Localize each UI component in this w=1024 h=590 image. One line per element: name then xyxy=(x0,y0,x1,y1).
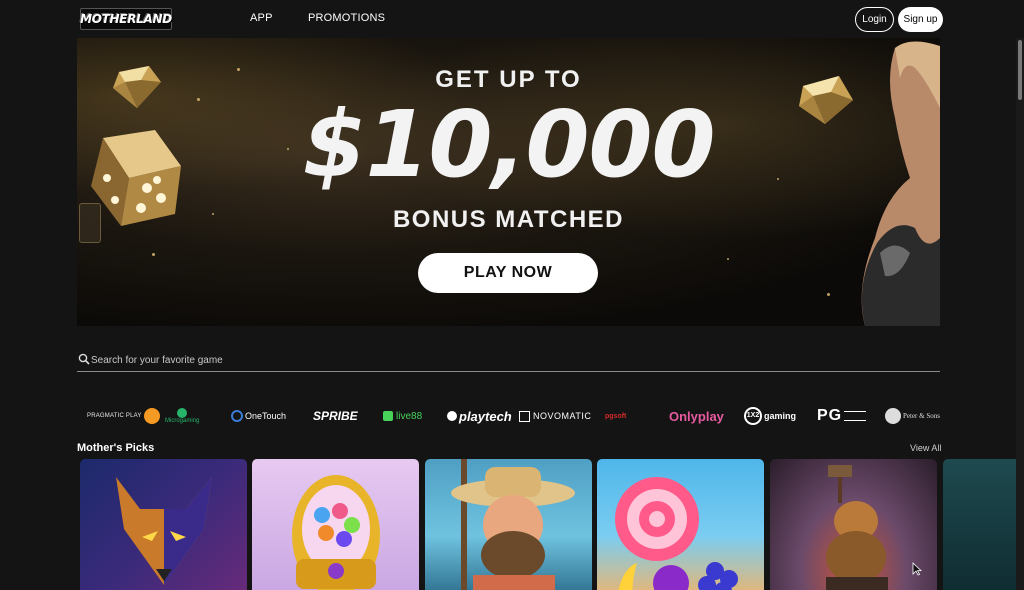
game-card-partial[interactable] xyxy=(943,459,1016,590)
provider-microgaming[interactable]: Microgaming xyxy=(165,400,199,432)
provider-pgsoft[interactable]: pgsoft xyxy=(605,400,626,432)
view-all-link[interactable]: View All xyxy=(910,443,941,453)
sparkle xyxy=(152,253,155,256)
provider-playtech[interactable]: playtech xyxy=(447,400,512,432)
game-card-gumball[interactable] xyxy=(252,459,419,590)
1x2-gaming-logo-icon: 1X2 xyxy=(744,407,762,425)
sparkle xyxy=(727,258,729,260)
section-title: Mother's Picks xyxy=(77,442,155,454)
provider-pg-soft[interactable]: PG xyxy=(817,400,867,432)
live88-logo-icon xyxy=(383,411,393,421)
provider-name: Onlyplay xyxy=(669,408,724,424)
signup-button[interactable]: Sign up xyxy=(898,7,943,32)
motherland-logo[interactable]: MOTHERLAND xyxy=(80,8,172,30)
novomatic-logo-icon xyxy=(519,410,530,422)
scrollbar-thumb[interactable] xyxy=(1018,40,1022,100)
candy-fruit-game-thumbnail xyxy=(615,477,738,590)
logo-text: MOTHERLAND xyxy=(80,12,172,26)
provider-carousel: PRAGMATIC PLAY Microgaming OneTouch SPRI… xyxy=(77,400,940,432)
nav-promotions[interactable]: PROMOTIONS xyxy=(308,12,385,24)
microgaming-logo-icon xyxy=(177,408,188,418)
provider-peter-and-sons[interactable]: Peter & Sons xyxy=(885,400,940,432)
page-scrollbar[interactable] xyxy=(1016,38,1024,590)
wolf-game-thumbnail xyxy=(116,477,212,585)
provider-pragmatic-play[interactable]: PRAGMATIC PLAY xyxy=(87,400,160,432)
nav-app[interactable]: APP xyxy=(250,12,273,24)
provider-name: pgsoft xyxy=(605,412,627,420)
provider-novomatic[interactable]: NOVOMATIC xyxy=(519,400,591,432)
game-card-wolf[interactable] xyxy=(80,459,247,590)
game-card-candy[interactable] xyxy=(597,459,764,590)
provider-name: playtech xyxy=(459,408,512,424)
gumball-egg-game-thumbnail xyxy=(292,475,380,590)
hero-tagline: BONUS MATCHED xyxy=(392,206,625,233)
fisherman-game-thumbnail xyxy=(451,459,575,590)
search-icon xyxy=(78,353,90,365)
onetouch-logo-icon xyxy=(231,410,243,422)
site-header: MOTHERLAND APP PROMOTIONS Login Sign up xyxy=(0,0,1024,38)
mouse-cursor-icon xyxy=(912,562,922,576)
provider-name: SPRIBE xyxy=(313,409,358,423)
search-input[interactable] xyxy=(91,352,931,368)
pocket-games-soft-logo-icon xyxy=(844,411,867,421)
pragmatic-play-logo-icon xyxy=(143,408,160,424)
game-card-fisherman[interactable] xyxy=(425,459,592,590)
sparkle xyxy=(827,293,830,296)
provider-name: gaming xyxy=(764,411,797,421)
provider-live88[interactable]: live88 xyxy=(383,400,422,432)
provider-name: PRAGMATIC PLAY xyxy=(87,413,142,419)
login-button[interactable]: Login xyxy=(855,7,894,32)
provider-onlyplay[interactable]: Onlyplay xyxy=(669,400,724,432)
provider-name: Microgaming xyxy=(165,418,200,424)
play-now-button[interactable]: PLAY NOW xyxy=(418,253,598,293)
provider-spribe[interactable]: SPRIBE xyxy=(313,400,358,432)
provider-name: OneTouch xyxy=(245,411,287,421)
provider-1x2-gaming[interactable]: 1X2 gaming xyxy=(744,400,796,432)
game-search xyxy=(77,350,940,372)
provider-name: Peter & Sons xyxy=(903,412,940,420)
provider-name: PG xyxy=(817,407,843,424)
provider-onetouch[interactable]: OneTouch xyxy=(231,400,286,432)
peter-and-sons-logo-icon xyxy=(885,408,901,424)
provider-name: NOVOMATIC xyxy=(533,411,592,421)
playtech-logo-icon xyxy=(447,411,457,421)
games-row xyxy=(0,459,1016,590)
provider-name: live88 xyxy=(396,410,423,422)
hero-banner[interactable]: GET UP TO $10,000 BONUS MATCHED PLAY NOW xyxy=(77,38,940,326)
hero-amount: $10,000 xyxy=(302,91,715,198)
